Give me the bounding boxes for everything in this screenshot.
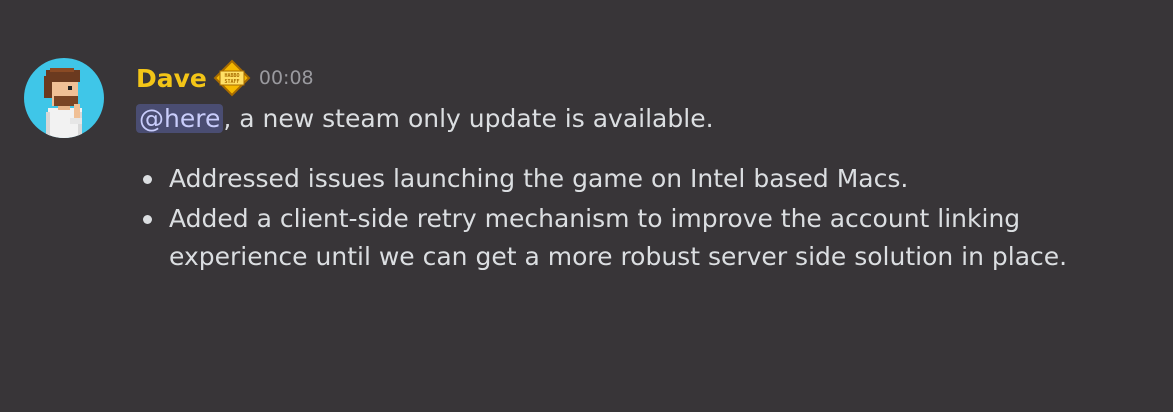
list-item: Addressed issues launching the game on I… — [136, 160, 1146, 198]
message-header: Dave HABBO STAFF 00:08 — [136, 58, 1146, 98]
message-content: Dave HABBO STAFF 00:08 @here, a new stea… — [136, 58, 1146, 278]
username[interactable]: Dave — [136, 64, 207, 93]
list-item: Added a client-side retry mechanism to i… — [136, 200, 1146, 276]
chat-message: Dave HABBO STAFF 00:08 @here, a new stea… — [24, 58, 1154, 358]
message-text: , a new steam only update is available. — [223, 104, 714, 133]
bullet-list: Addressed issues launching the game on I… — [136, 160, 1146, 276]
timestamp[interactable]: 00:08 — [259, 67, 314, 89]
svg-text:STAFF: STAFF — [224, 79, 239, 85]
pixel-character-icon — [44, 68, 82, 138]
message-first-line: @here, a new steam only update is availa… — [136, 100, 1146, 138]
mention-here[interactable]: @here — [136, 104, 224, 133]
avatar[interactable] — [24, 58, 104, 138]
staff-badge-icon[interactable]: HABBO STAFF — [213, 59, 251, 97]
